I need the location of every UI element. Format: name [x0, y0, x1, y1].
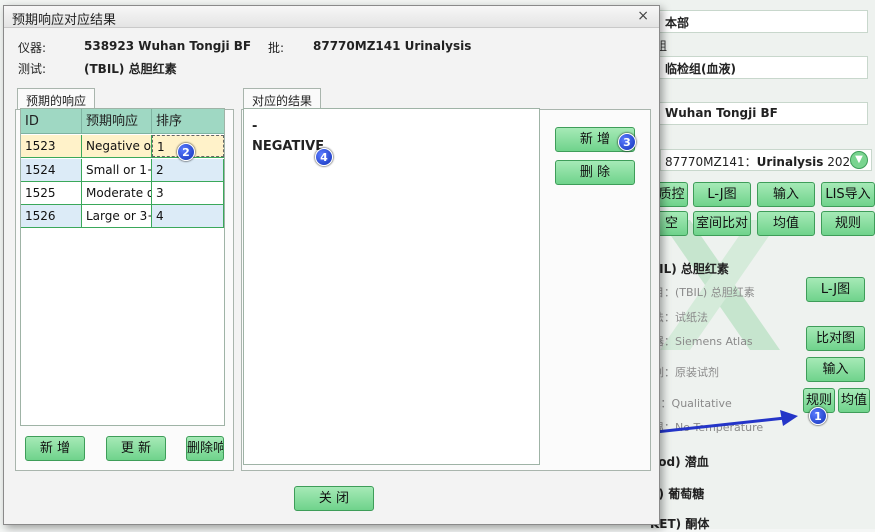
bg-field-lab[interactable]: 本部	[658, 10, 868, 33]
cell-order: 4	[152, 205, 224, 227]
cell-order: 2	[152, 159, 224, 181]
cell-order: 3	[152, 182, 224, 204]
cell-response: Negative or	[82, 135, 152, 157]
close-dialog-button[interactable]: 关 闭	[294, 486, 374, 511]
col-id[interactable]: ID	[21, 109, 82, 134]
bg-row-instrument: 器：Siemens Atlas	[653, 335, 753, 348]
step-badge-3: 3	[618, 133, 636, 151]
bg-row-item: 目：(TBIL) 总胆红素	[653, 286, 755, 299]
bg-btn-lj[interactable]: L-J图	[693, 182, 751, 207]
tab-expected-response[interactable]: 预期的响应	[17, 88, 96, 110]
cell-id: 1523	[21, 135, 82, 157]
bg-side-btn-lj[interactable]: L-J图	[806, 277, 865, 302]
instrument-label: 仪器:	[18, 41, 47, 55]
cell-id: 1526	[21, 205, 82, 227]
response-grid[interactable]: ID 预期响应 排序 1523 Negative or 1 1524 Small…	[20, 108, 225, 426]
grid-header: ID 预期响应 排序	[21, 109, 224, 134]
table-row[interactable]: 1525 Moderate o 3	[21, 182, 224, 205]
result-item[interactable]: -	[252, 119, 257, 134]
result-list[interactable]: - NEGATIVE	[243, 108, 540, 465]
test-label: 测试:	[18, 62, 47, 76]
instrument-value: 538923 Wuhan Tongji BF	[84, 39, 252, 53]
chevron-down-icon[interactable]: ▼	[850, 151, 868, 169]
bg-lot-combo[interactable]: 87770MZ141：Urinalysis 2024/	[660, 149, 872, 171]
step-badge-1: 1	[809, 407, 827, 425]
bg-btn-rules[interactable]: 规则	[821, 211, 875, 236]
add-response-button[interactable]: 新 增	[25, 436, 85, 461]
bg-row-reagent: 剂：原装试剂	[653, 366, 719, 379]
dialog-title: 预期响应对应结果	[12, 13, 117, 28]
result-item[interactable]: NEGATIVE	[252, 139, 324, 154]
bg-field-group[interactable]: 临检组(血液)	[658, 56, 868, 79]
close-icon[interactable]: ×	[637, 8, 649, 24]
tab-matched-result[interactable]: 对应的结果	[243, 88, 322, 110]
bg-side-btn-compare[interactable]: 比对图	[806, 326, 865, 351]
col-response[interactable]: 预期响应	[82, 109, 152, 134]
bg-test-heading: BIL) 总胆红素	[650, 262, 729, 276]
step-badge-2: 2	[177, 143, 195, 161]
bg-btn-interlab[interactable]: 室间比对	[693, 211, 751, 236]
cell-response: Small or 1+	[82, 159, 152, 181]
delete-response-button[interactable]: 删除响	[186, 436, 224, 461]
bg-side-btn-input[interactable]: 输入	[806, 357, 865, 382]
bg-row-method: 法：试纸法	[653, 311, 708, 324]
bg-btn-input[interactable]: 输入	[757, 182, 815, 207]
table-row[interactable]: 1526 Large or 3+ 4	[21, 205, 224, 228]
cell-response: Moderate o	[82, 182, 152, 204]
table-row[interactable]: 1524 Small or 1+ 2	[21, 159, 224, 182]
step-badge-4: 4	[315, 148, 333, 166]
cell-id: 1525	[21, 182, 82, 204]
bg-field-instrument[interactable]: Wuhan Tongji BF	[658, 102, 868, 125]
delete-result-button[interactable]: 删 除	[555, 160, 635, 185]
col-order[interactable]: 排序	[152, 109, 224, 134]
cell-response: Large or 3+	[82, 205, 152, 227]
bg-btn-lis-import[interactable]: LIS导入	[821, 182, 875, 207]
bg-side-btn-mean[interactable]: 均值	[838, 388, 870, 413]
lot-label: 批:	[268, 41, 285, 55]
cell-id: 1524	[21, 159, 82, 181]
bg-btn-mean[interactable]: 均值	[757, 211, 815, 236]
test-value: (TBIL) 总胆红素	[84, 62, 177, 76]
dialog-titlebar[interactable]: 预期响应对应结果 ×	[4, 6, 659, 28]
update-response-button[interactable]: 更 新	[106, 436, 166, 461]
lot-value: 87770MZ141 Urinalysis	[313, 39, 472, 53]
